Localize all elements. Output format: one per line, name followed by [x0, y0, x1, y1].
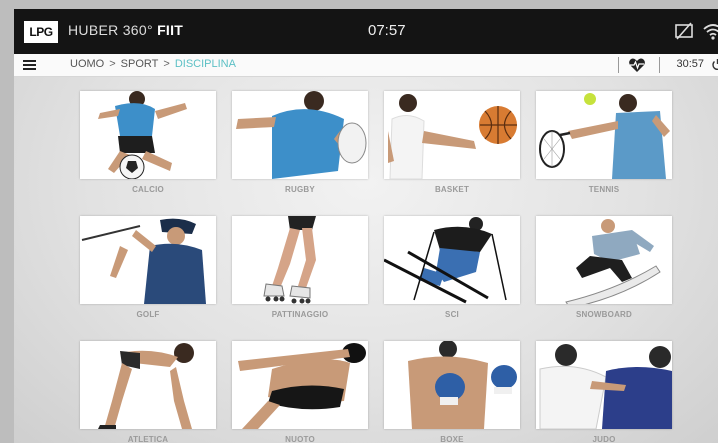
power-icon[interactable]: [711, 58, 718, 71]
golf-player-icon: [80, 216, 216, 304]
divider: [659, 57, 660, 73]
sport-label: SNOWBOARD: [575, 310, 633, 319]
sport-label: BOXE: [440, 435, 464, 443]
sport-label: NUOTO: [285, 435, 315, 443]
tennis-player-icon: [536, 91, 672, 179]
snowboarder-icon: [536, 216, 672, 304]
app-name-suffix: FIIT: [157, 22, 184, 38]
sport-tile-calcio[interactable]: CALCIO: [80, 91, 216, 200]
breadcrumb: UOMO > SPORT > DISCIPLINA: [70, 58, 236, 70]
sport-tile-nuoto[interactable]: NUOTO: [232, 341, 368, 443]
sport-label: CALCIO: [132, 185, 164, 194]
navigation-bar: UOMO > SPORT > DISCIPLINA 30:57: [14, 54, 718, 77]
sport-label: TENNIS: [588, 185, 620, 194]
sport-tile-basket[interactable]: BASKET: [384, 91, 520, 200]
app-name: HUBER 360° FIIT: [68, 22, 183, 38]
breadcrumb-separator: >: [109, 58, 116, 70]
sprinter-icon: [80, 341, 216, 429]
sport-tile-pattinaggio[interactable]: PATTINAGGIO: [232, 216, 368, 325]
breadcrumb-uomo[interactable]: UOMO: [70, 58, 104, 70]
divider: [618, 57, 619, 73]
status-clock: 07:57: [368, 22, 406, 39]
tablet-screen: LPG HUBER 360° FIIT 07:57 UOMO > SPORT >…: [14, 9, 718, 443]
lpg-logo: LPG: [24, 21, 58, 43]
sport-label: GOLF: [136, 310, 160, 319]
roller-skater-icon: [232, 216, 368, 304]
sport-tile-golf[interactable]: GOLF: [80, 216, 216, 325]
sport-label: JUDO: [592, 435, 616, 443]
breadcrumb-separator: >: [163, 58, 170, 70]
no-screen-icon[interactable]: [674, 20, 694, 42]
sport-grid: CALCIO RUGBY BASKET TENNIS GOLF PATTINAG…: [80, 91, 672, 443]
sport-tile-judo[interactable]: JUDO: [536, 341, 672, 443]
basketball-player-icon: [384, 91, 520, 179]
status-bar: LPG HUBER 360° FIIT 07:57: [14, 9, 718, 54]
menu-icon[interactable]: [23, 58, 36, 70]
skier-icon: [384, 216, 520, 304]
sport-tile-sci[interactable]: SCI: [384, 216, 520, 325]
breadcrumb-sport[interactable]: SPORT: [121, 58, 159, 70]
sport-tile-snowboard[interactable]: SNOWBOARD: [536, 216, 672, 325]
sport-label: RUGBY: [285, 185, 315, 194]
sport-tile-boxe[interactable]: BOXE: [384, 341, 520, 443]
football-player-icon: [80, 91, 216, 179]
sport-label: ATLETICA: [127, 435, 169, 443]
sport-label: BASKET: [434, 185, 470, 194]
wifi-icon[interactable]: [702, 20, 718, 42]
swimmer-icon: [232, 341, 368, 429]
sport-label: SCI: [445, 310, 459, 319]
rugby-player-icon: [232, 91, 368, 179]
heart-rate-icon[interactable]: [628, 57, 646, 73]
boxer-icon: [384, 341, 520, 429]
judoka-icon: [536, 341, 672, 429]
sport-tile-rugby[interactable]: RUGBY: [232, 91, 368, 200]
app-name-prefix: HUBER 360°: [68, 22, 153, 38]
sport-tile-tennis[interactable]: TENNIS: [536, 91, 672, 200]
session-timer: 30:57: [676, 58, 704, 70]
breadcrumb-disciplina: DISCIPLINA: [174, 58, 236, 70]
sport-tile-atletica[interactable]: ATLETICA: [80, 341, 216, 443]
sport-label: PATTINAGGIO: [271, 310, 329, 319]
